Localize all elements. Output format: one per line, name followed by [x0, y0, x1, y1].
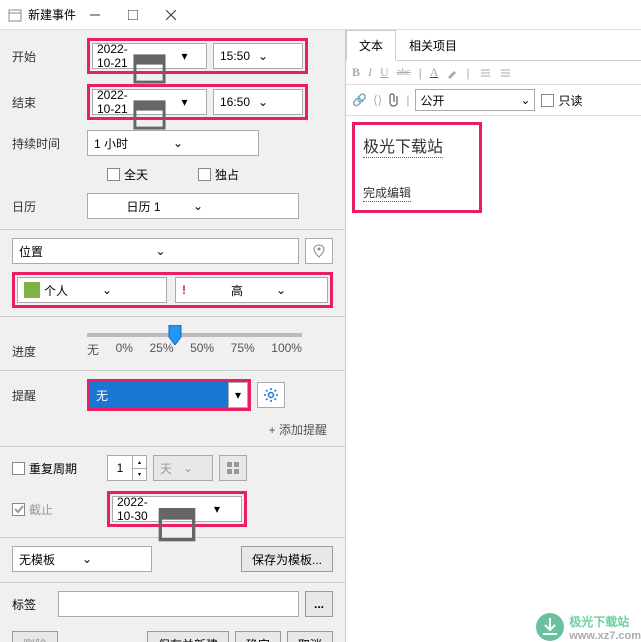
tab-related[interactable]: 相关项目 — [396, 30, 470, 60]
repeat-checkbox[interactable]: 重复周期 — [12, 460, 107, 477]
reminder-dropdown-button[interactable]: ▾ — [228, 382, 248, 408]
start-label: 开始 — [12, 48, 87, 65]
delete-button[interactable]: 删除 — [12, 631, 58, 642]
end-date-input[interactable]: 2022-10-21 ▾ — [92, 89, 207, 115]
font-color-button[interactable]: A — [430, 65, 439, 80]
paperclip-icon — [388, 93, 400, 107]
start-date-input[interactable]: 2022-10-21 ▾ — [92, 43, 207, 69]
category-select[interactable]: 个人⌄ — [17, 277, 167, 303]
tag-input[interactable] — [58, 591, 299, 617]
calendar-icon — [157, 503, 197, 515]
italic-button[interactable]: I — [368, 65, 372, 80]
reminder-label: 提醒 — [12, 387, 87, 404]
end-label: 结束 — [12, 94, 87, 111]
repeat-unit-select: 天⌄ — [153, 455, 213, 481]
insert-toolbar: 🔗 ⟨⟩ | 公开⌄ 只读 — [346, 85, 641, 116]
titlebar: 新建事件 — [0, 0, 641, 30]
underline-button[interactable]: U — [380, 65, 389, 80]
gear-icon — [263, 387, 279, 403]
readonly-checkbox[interactable]: 只读 — [541, 92, 582, 109]
app-icon — [8, 8, 22, 22]
chevron-down-icon: ⌄ — [276, 283, 321, 297]
duration-label: 持续时间 — [12, 135, 87, 152]
editor-title[interactable]: 极光下载站 — [363, 133, 443, 158]
ok-button[interactable]: 确定 — [235, 631, 281, 642]
calendar-icon — [132, 50, 167, 62]
minimize-button[interactable] — [76, 1, 114, 29]
reminder-settings-button[interactable] — [257, 382, 285, 408]
start-time-input[interactable]: 15:50 ⌄ — [213, 43, 303, 69]
bold-button[interactable]: B — [352, 65, 360, 80]
chevron-down-icon: ⌄ — [156, 244, 293, 258]
window-title: 新建事件 — [28, 6, 76, 23]
chevron-down-icon: ⌄ — [258, 49, 296, 63]
location-select[interactable]: 位置⌄ — [12, 238, 299, 264]
allday-checkbox[interactable]: 全天 — [107, 166, 148, 183]
calendar-icon — [132, 96, 167, 108]
calendar-select[interactable]: 日历 1⌄ — [87, 193, 299, 219]
chevron-down-icon: ⌄ — [173, 136, 252, 150]
tag-label: 标签 — [12, 596, 52, 613]
template-select[interactable]: 无模板⌄ — [12, 546, 152, 572]
until-date-input[interactable]: 2022-10-30 ▾ — [112, 496, 242, 522]
editor-body[interactable]: 完成编辑 — [363, 184, 411, 202]
close-button[interactable] — [152, 1, 190, 29]
chevron-down-icon: ⌄ — [258, 95, 296, 109]
list-button[interactable] — [478, 67, 490, 79]
repeat-count-input[interactable] — [108, 461, 132, 475]
repeat-count-spinner[interactable]: ▴▾ — [107, 455, 147, 481]
attach-button[interactable] — [388, 93, 400, 107]
link-button[interactable]: 🔗 — [352, 93, 367, 107]
priority-select[interactable]: ! 高⌄ — [175, 277, 328, 303]
chevron-down-icon: ⌄ — [193, 199, 292, 213]
exclusive-checkbox[interactable]: 独占 — [198, 166, 239, 183]
end-time-input[interactable]: 16:50 ⌄ — [213, 89, 303, 115]
highlight-button[interactable] — [446, 67, 458, 79]
location-map-button[interactable] — [305, 238, 333, 264]
calendar-label: 日历 — [12, 198, 87, 215]
reminder-select[interactable]: 无 — [90, 382, 228, 408]
tag-more-button[interactable]: ... — [305, 591, 333, 617]
maximize-button[interactable] — [114, 1, 152, 29]
tab-text[interactable]: 文本 — [346, 30, 396, 61]
repeat-settings-button[interactable] — [219, 455, 247, 481]
cancel-button[interactable]: 取消 — [287, 631, 333, 642]
until-checkbox[interactable]: 截止 — [12, 501, 107, 518]
grid-icon — [226, 461, 240, 475]
strike-button[interactable]: abc — [397, 67, 411, 78]
numbered-list-button[interactable] — [498, 67, 510, 79]
format-toolbar: B I U abc | A | — [346, 61, 641, 85]
save-as-template-button[interactable]: 保存为模板... — [241, 546, 333, 572]
save-and-new-button[interactable]: 保存并新建 — [147, 631, 229, 642]
visibility-select[interactable]: 公开⌄ — [415, 89, 535, 111]
chevron-down-icon: ⌄ — [102, 283, 160, 297]
pin-icon — [312, 244, 326, 258]
add-reminder-link[interactable]: + 添加提醒 — [12, 421, 333, 438]
priority-icon: ! — [182, 283, 227, 297]
slider-thumb[interactable] — [167, 325, 183, 345]
progress-slider[interactable] — [87, 333, 302, 337]
right-panel: 文本 相关项目 B I U abc | A | 🔗 ⟨⟩ | 公开⌄ 只读 — [345, 30, 641, 642]
category-color — [24, 282, 40, 298]
progress-label: 进度 — [12, 343, 87, 360]
chevron-down-icon: ⌄ — [82, 552, 145, 566]
duration-select[interactable]: 1 小时⌄ — [87, 130, 259, 156]
left-panel: 开始 2022-10-21 ▾ 15:50 ⌄ 结束 2022-10-21 — [0, 30, 345, 642]
embed-button[interactable]: ⟨⟩ — [373, 93, 382, 107]
